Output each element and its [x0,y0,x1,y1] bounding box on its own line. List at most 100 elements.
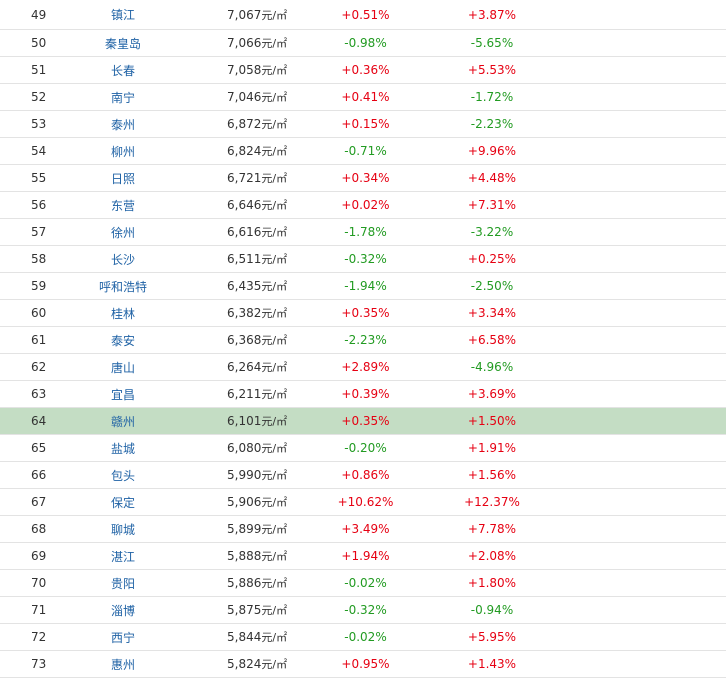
year-change-cell: +7.31% [423,191,561,219]
rank-cell: 72 [0,623,78,651]
city-link[interactable]: 保定 [78,488,168,516]
month-change-cell: -0.32% [308,245,423,273]
city-link[interactable]: 贵阳 [78,569,168,597]
table-row: 67 保定 5,906元/㎡ +10.62% +12.37% [0,488,726,516]
table-row: 57 徐州 6,616元/㎡ -1.78% -3.22% [0,218,726,246]
city-link[interactable]: 桂林 [78,299,168,327]
month-change-cell: +0.51% [308,0,423,30]
city-link[interactable]: 日照 [78,164,168,192]
price-unit: 元/㎡ [261,118,288,131]
table-row: 73 惠州 5,824元/㎡ +0.95% +1.43% [0,650,726,678]
rank-cell: 58 [0,245,78,273]
city-link[interactable]: 湛江 [78,542,168,570]
table-row: 51 长春 7,058元/㎡ +0.36% +5.53% [0,56,726,84]
table-row: 72 西宁 5,844元/㎡ -0.02% +5.95% [0,623,726,651]
month-change-cell: +0.36% [308,56,423,84]
price-value: 5,990 [227,468,262,482]
table-row: 53 泰州 6,872元/㎡ +0.15% -2.23% [0,110,726,138]
month-change-cell: +0.35% [308,407,423,435]
city-link[interactable]: 呼和浩特 [78,272,168,300]
table-row: 63 宜昌 6,211元/㎡ +0.39% +3.69% [0,380,726,408]
city-link[interactable]: 赣州 [78,407,168,435]
month-change-cell: +1.94% [308,542,423,570]
row-spacer [561,596,726,624]
rank-cell: 68 [0,515,78,543]
month-change-cell: +0.15% [308,110,423,138]
table-row: 70 贵阳 5,886元/㎡ -0.02% +1.80% [0,569,726,597]
city-link[interactable]: 盐城 [78,434,168,462]
price-cell: 5,886元/㎡ [168,569,308,597]
price-value: 7,058 [227,63,262,77]
price-unit: 元/㎡ [261,37,288,50]
price-cell: 6,824元/㎡ [168,137,308,165]
city-link[interactable]: 徐州 [78,218,168,246]
city-link[interactable]: 泰安 [78,326,168,354]
rank-cell: 56 [0,191,78,219]
rank-cell: 70 [0,569,78,597]
year-change-cell: +12.37% [423,488,561,516]
table-row: 56 东营 6,646元/㎡ +0.02% +7.31% [0,191,726,219]
price-value: 5,875 [227,603,262,617]
city-link[interactable]: 聊城 [78,515,168,543]
city-link[interactable]: 宜昌 [78,380,168,408]
row-spacer [561,434,726,462]
price-cell: 6,101元/㎡ [168,407,308,435]
price-cell: 7,058元/㎡ [168,56,308,84]
city-link[interactable]: 柳州 [78,137,168,165]
year-change-cell: -2.23% [423,110,561,138]
rank-cell: 64 [0,407,78,435]
price-value: 6,721 [227,171,262,185]
table-row: 62 唐山 6,264元/㎡ +2.89% -4.96% [0,353,726,381]
rank-cell: 55 [0,164,78,192]
rank-cell: 63 [0,380,78,408]
row-spacer [561,542,726,570]
rank-cell: 69 [0,542,78,570]
price-value: 6,511 [227,252,262,266]
price-cell: 6,264元/㎡ [168,353,308,381]
row-spacer [561,569,726,597]
year-change-cell: +0.25% [423,245,561,273]
year-change-cell: -1.72% [423,83,561,111]
month-change-cell: -1.94% [308,272,423,300]
price-unit: 元/㎡ [261,604,288,617]
city-link[interactable]: 镇江 [78,0,168,30]
city-link[interactable]: 西宁 [78,623,168,651]
table-row: 54 柳州 6,824元/㎡ -0.71% +9.96% [0,137,726,165]
city-link[interactable]: 唐山 [78,353,168,381]
city-link[interactable]: 南宁 [78,83,168,111]
price-value: 6,264 [227,360,262,374]
price-value: 6,872 [227,117,262,131]
price-value: 6,435 [227,279,262,293]
city-price-ranking-table: 49 镇江 7,067元/㎡ +0.51% +3.87% 50 秦皇岛 7,066元/㎡ -0.… [0,0,726,678]
price-cell: 5,899元/㎡ [168,515,308,543]
month-change-cell: -0.32% [308,596,423,624]
rank-cell: 62 [0,353,78,381]
city-link[interactable]: 泰州 [78,110,168,138]
year-change-cell: +2.08% [423,542,561,570]
year-change-cell: +5.53% [423,56,561,84]
city-link[interactable]: 淄博 [78,596,168,624]
city-link[interactable]: 惠州 [78,650,168,678]
month-change-cell: +10.62% [308,488,423,516]
price-cell: 6,382元/㎡ [168,299,308,327]
row-spacer [561,191,726,219]
city-link[interactable]: 长沙 [78,245,168,273]
price-unit: 元/㎡ [261,8,288,22]
table-row: 61 泰安 6,368元/㎡ -2.23% +6.58% [0,326,726,354]
price-cell: 5,844元/㎡ [168,623,308,651]
month-change-cell: +0.95% [308,650,423,678]
city-link[interactable]: 长春 [78,56,168,84]
price-unit: 元/㎡ [261,388,288,401]
city-link[interactable]: 包头 [78,461,168,489]
price-value: 6,368 [227,333,262,347]
table-row: 55 日照 6,721元/㎡ +0.34% +4.48% [0,164,726,192]
price-cell: 5,990元/㎡ [168,461,308,489]
year-change-cell: +9.96% [423,137,561,165]
city-link[interactable]: 东营 [78,191,168,219]
month-change-cell: -0.02% [308,623,423,651]
row-spacer [561,56,726,84]
year-change-cell: +1.91% [423,434,561,462]
month-change-cell: -0.20% [308,434,423,462]
price-cell: 5,875元/㎡ [168,596,308,624]
city-link[interactable]: 秦皇岛 [78,29,168,57]
